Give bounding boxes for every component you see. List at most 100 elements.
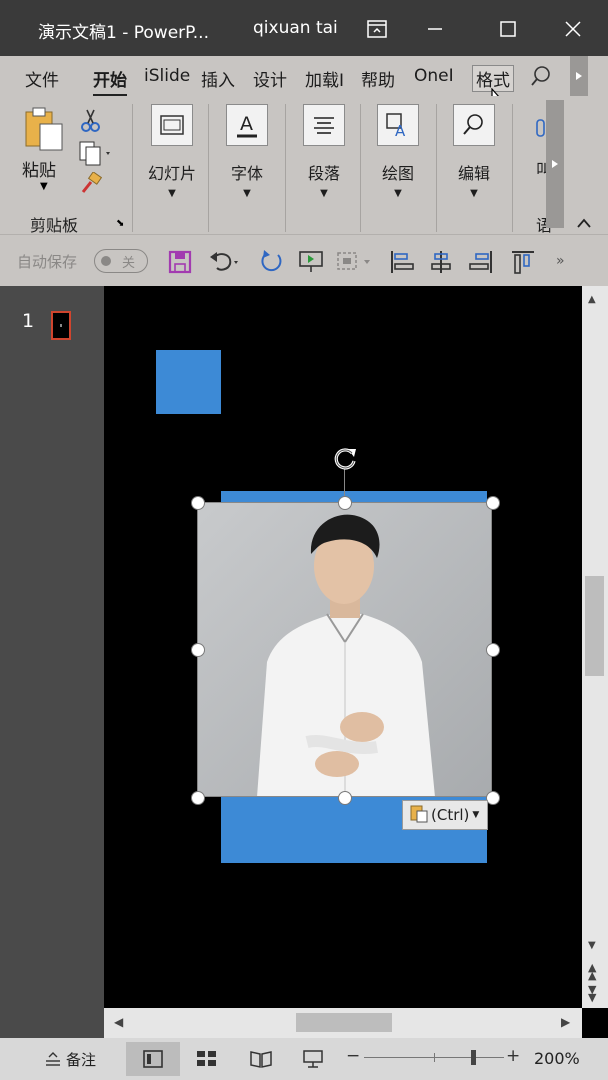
copy-icon[interactable] [78,140,114,170]
paragraph-button[interactable]: 段落 ▼ [294,104,354,214]
ribbon-scroll-right-icon[interactable] [570,56,588,96]
slideshow-view-icon[interactable] [303,1049,323,1073]
next-slide-icon[interactable]: ▼ ▼ [588,984,596,1003]
scroll-down-icon[interactable]: ▼ [588,940,596,951]
minimize-icon[interactable] [420,14,450,44]
editing-button[interactable]: 编辑 ▼ [444,104,504,214]
user-name[interactable]: qixuan tai [253,18,338,38]
zoom-in-icon[interactable]: + [506,1046,520,1066]
font-caret-icon: ▼ [243,188,251,199]
horizontal-scrollbar[interactable]: ◀ ▶ [104,1008,582,1038]
resize-handle-right[interactable] [486,643,500,657]
paragraph-icon [303,104,345,146]
save-icon[interactable] [167,249,193,275]
paste-options-caret-icon: ▼ [472,810,480,820]
redo-icon[interactable] [258,249,284,275]
ribbon-separator [285,104,286,232]
paste-options-button[interactable]: (Ctrl) ▼ [402,800,488,830]
font-icon: A [226,104,268,146]
blue-square-shape[interactable] [156,350,221,414]
toggle-knob [101,256,111,266]
resize-handle-bottom[interactable] [338,791,352,805]
paste-caret-icon[interactable]: ▼ [40,181,70,192]
vertical-scroll-thumb[interactable] [585,576,604,676]
zoom-slider[interactable] [364,1050,504,1065]
ribbon-tab-bar: 文件 开始 iSlide 插入 设计 加载I 帮助 OneI 格式 [0,56,608,117]
align-right-icon[interactable] [468,249,494,275]
group-objects-icon[interactable] [336,249,370,275]
svg-text:A: A [395,122,406,139]
autosave-label: 自动保存 [17,253,78,271]
slides-caret-icon: ▼ [168,188,176,199]
font-button[interactable]: A 字体 ▼ [217,104,277,214]
ribbon-separator [208,104,209,232]
ribbon-separator [360,104,361,232]
search-icon[interactable] [530,65,552,91]
tab-onekey[interactable]: OneI [414,66,454,86]
resize-handle-bottom-right[interactable] [486,791,500,805]
scroll-right-icon[interactable]: ▶ [561,1015,570,1029]
drawing-button[interactable]: A 绘图 ▼ [368,104,428,214]
horizontal-scroll-thumb[interactable] [296,1013,392,1032]
ribbon-separator [132,104,133,232]
slides-icon [151,104,193,146]
normal-view-icon[interactable] [126,1042,180,1076]
resize-handle-top-left[interactable] [191,496,205,510]
resize-handle-top[interactable] [338,496,352,510]
format-painter-icon[interactable] [80,171,103,198]
collapse-ribbon-icon[interactable] [576,214,592,233]
editing-search-icon [453,104,495,146]
slides-label: 幻灯片 [147,164,196,183]
align-left-icon[interactable] [389,249,415,275]
ribbon-overflow-right-icon[interactable] [546,100,564,228]
selection-outline [197,502,492,797]
maximize-icon[interactable] [493,14,523,44]
align-center-icon[interactable] [428,249,454,275]
resize-handle-bottom-left[interactable] [191,791,205,805]
tab-home[interactable]: 开始 [93,66,127,97]
slides-button[interactable]: 幻灯片 ▼ [142,104,202,214]
ribbon-display-options-icon[interactable] [362,14,392,44]
tab-help[interactable]: 帮助 [361,66,395,91]
paste-label: 粘贴 [22,161,56,181]
scroll-left-icon[interactable]: ◀ [114,1015,123,1029]
slide-canvas[interactable]: (Ctrl) ▼ [104,286,582,1008]
cut-icon[interactable] [80,108,100,136]
tab-insert[interactable]: 插入 [201,66,235,91]
clipboard-launcher-icon[interactable]: ⬊ [116,218,124,229]
paste-options-label: (Ctrl) [431,806,470,824]
zoom-slider-thumb[interactable] [471,1050,477,1065]
resize-handle-top-right[interactable] [486,496,500,510]
title-bar: 演示文稿1 - PowerP... qixuan tai [0,0,608,56]
align-top-icon[interactable] [510,249,536,275]
rotate-handle-icon[interactable] [330,443,360,477]
tab-design[interactable]: 设计 [253,66,287,91]
paste-button[interactable]: 粘贴 ▼ [22,106,70,192]
resize-handle-left[interactable] [191,643,205,657]
vertical-scrollbar[interactable]: ▲ ▼ ▲ ▲ ▼ ▼ [582,286,608,1008]
slide-thumbnail[interactable] [51,311,71,340]
more-commands-icon[interactable]: » [556,253,565,269]
slide-sorter-icon[interactable] [196,1050,218,1072]
slideshow-icon[interactable] [298,249,324,275]
reading-view-icon[interactable] [250,1050,272,1072]
partial-mic-icon[interactable] [536,118,546,148]
paste-options-icon [409,803,429,827]
thumbnail-content [60,324,62,327]
zoom-level[interactable]: 200% [534,1049,580,1068]
ribbon-separator [436,104,437,232]
tab-islide[interactable]: iSlide [144,66,190,86]
font-label: 字体 [230,164,263,183]
autosave-toggle[interactable]: 关 [94,249,148,273]
svg-text:A: A [240,113,253,135]
previous-slide-icon[interactable]: ▲ ▲ [588,962,596,981]
tab-file[interactable]: 文件 [25,66,59,91]
notes-button[interactable]: 备注 [44,1049,96,1070]
scroll-up-icon[interactable]: ▲ [588,294,596,305]
undo-icon[interactable] [208,249,238,275]
clipboard-group-label: 剪贴板 [30,216,79,235]
drawing-label: 绘图 [381,164,414,183]
zoom-out-icon[interactable]: − [346,1046,360,1066]
tab-addins[interactable]: 加载I [305,66,344,91]
close-icon[interactable] [558,14,588,44]
